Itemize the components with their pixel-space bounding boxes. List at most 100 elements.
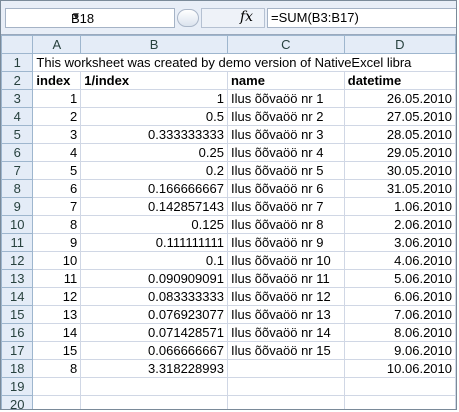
cell-b[interactable]: 1 xyxy=(80,89,228,108)
select-all-corner[interactable] xyxy=(1,35,34,54)
cell-c[interactable] xyxy=(226,359,345,378)
row-header[interactable]: 10 xyxy=(1,215,34,234)
cell-c[interactable]: Ilus õõvaöö nr 2 xyxy=(226,107,345,126)
cell-b[interactable]: 0.076923077 xyxy=(80,305,228,324)
cell-c[interactable]: Ilus õõvaöö nr 6 xyxy=(226,179,345,198)
row-header[interactable]: 6 xyxy=(1,143,34,162)
cell-a[interactable]: 6 xyxy=(32,179,82,198)
cell-c[interactable]: name xyxy=(226,71,345,90)
cell-c[interactable]: Ilus õõvaöö nr 5 xyxy=(226,161,345,180)
cell-a[interactable]: 2 xyxy=(32,107,82,126)
cell-a[interactable]: 1 xyxy=(32,89,82,108)
cell-d[interactable]: 3.06.2010 xyxy=(343,233,456,252)
cell-a[interactable]: 8 xyxy=(32,215,82,234)
row-header[interactable]: 15 xyxy=(1,305,34,324)
cell-a[interactable]: 11 xyxy=(32,269,82,288)
cell-b[interactable]: 0.071428571 xyxy=(80,323,228,342)
cell-b[interactable]: 0.2 xyxy=(80,161,228,180)
column-header[interactable]: C xyxy=(226,35,345,54)
cell-c[interactable]: Ilus õõvaöö nr 12 xyxy=(226,287,345,306)
cell-c[interactable]: Ilus õõvaöö nr 15 xyxy=(226,341,345,360)
row-header[interactable]: 1 xyxy=(1,53,34,72)
cell-d[interactable]: 28.05.2010 xyxy=(343,125,456,144)
resize-handle-icon[interactable] xyxy=(177,9,199,27)
cell-c[interactable]: Ilus õõvaöö nr 9 xyxy=(226,233,345,252)
row-header[interactable]: 16 xyxy=(1,323,34,342)
cell-d[interactable] xyxy=(343,395,456,409)
column-header[interactable]: D xyxy=(343,35,456,54)
insert-function-button[interactable]: fx xyxy=(201,8,265,28)
cell-d[interactable]: 5.06.2010 xyxy=(343,269,456,288)
cell-a[interactable]: 10 xyxy=(32,251,82,270)
cell-b[interactable]: 0.142857143 xyxy=(80,197,228,216)
cell-a[interactable]: 3 xyxy=(32,125,82,144)
cell-d[interactable]: 6.06.2010 xyxy=(343,287,456,306)
cell-c[interactable]: Ilus õõvaöö nr 7 xyxy=(226,197,345,216)
cell-c[interactable]: Ilus õõvaöö nr 13 xyxy=(226,305,345,324)
cell-b[interactable]: 0.1 xyxy=(80,251,228,270)
cell-c[interactable]: Ilus õõvaöö nr 11 xyxy=(226,269,345,288)
cell-a[interactable]: 14 xyxy=(32,323,82,342)
cell-a[interactable]: 7 xyxy=(32,197,82,216)
cell-b[interactable] xyxy=(80,377,228,396)
cell-b[interactable]: 0.090909091 xyxy=(80,269,228,288)
name-box[interactable]: B18 ▼ xyxy=(5,8,175,28)
cell-b[interactable]: 1/index xyxy=(80,71,228,90)
cell-d[interactable]: 9.06.2010 xyxy=(343,341,456,360)
cell-c[interactable]: Ilus õõvaöö nr 4 xyxy=(226,143,345,162)
cell-d[interactable]: 10.06.2010 xyxy=(343,359,456,378)
cell-b[interactable] xyxy=(80,395,228,409)
cell-d[interactable] xyxy=(343,377,456,396)
row-header[interactable]: 3 xyxy=(1,89,34,108)
row-header[interactable]: 20 xyxy=(1,395,34,409)
cell-a[interactable]: 13 xyxy=(32,305,82,324)
row-header[interactable]: 2 xyxy=(1,71,34,90)
cell-d[interactable]: 30.05.2010 xyxy=(343,161,456,180)
cell-d[interactable]: 4.06.2010 xyxy=(343,251,456,270)
cell-b[interactable]: 0.166666667 xyxy=(80,179,228,198)
row-header[interactable]: 18 xyxy=(1,359,34,378)
cell-b[interactable]: 0.25 xyxy=(80,143,228,162)
cell-b[interactable]: 0.111111111 xyxy=(80,233,228,252)
cell-a[interactable]: 4 xyxy=(32,143,82,162)
column-header[interactable]: A xyxy=(32,35,82,54)
cell-d[interactable]: 26.05.2010 xyxy=(343,89,456,108)
cell-c[interactable]: Ilus õõvaöö nr 1 xyxy=(226,89,345,108)
cell-b[interactable]: 0.125 xyxy=(80,215,228,234)
row-header[interactable]: 11 xyxy=(1,233,34,252)
cell-b[interactable]: 3.318228993 xyxy=(80,359,228,378)
cell-a[interactable]: index xyxy=(32,71,82,90)
cell-c[interactable]: Ilus õõvaöö nr 10 xyxy=(226,251,345,270)
cell-a[interactable]: 9 xyxy=(32,233,82,252)
cell-d[interactable]: 7.06.2010 xyxy=(343,305,456,324)
row-header[interactable]: 17 xyxy=(1,341,34,360)
cell-b[interactable]: 0.5 xyxy=(80,107,228,126)
column-header[interactable]: B xyxy=(80,35,228,54)
row-header[interactable]: 12 xyxy=(1,251,34,270)
cell-d[interactable]: 2.06.2010 xyxy=(343,215,456,234)
chevron-down-icon[interactable]: ▼ xyxy=(71,11,168,22)
cell-c[interactable] xyxy=(226,395,345,409)
cell-c[interactable]: Ilus õõvaöö nr 8 xyxy=(226,215,345,234)
cell-d[interactable]: datetime xyxy=(343,71,456,90)
cell-a[interactable] xyxy=(32,377,82,396)
row-header[interactable]: 19 xyxy=(1,377,34,396)
cell-a[interactable] xyxy=(32,395,82,409)
row-header[interactable]: 8 xyxy=(1,179,34,198)
cell-a[interactable]: 15 xyxy=(32,341,82,360)
cell-d[interactable]: 31.05.2010 xyxy=(343,179,456,198)
cell-a[interactable]: 12 xyxy=(32,287,82,306)
cell-a[interactable]: This worksheet was created by demo versi… xyxy=(32,53,456,72)
row-header[interactable]: 9 xyxy=(1,197,34,216)
cell-c[interactable] xyxy=(226,377,345,396)
row-header[interactable]: 7 xyxy=(1,161,34,180)
cell-a[interactable]: 8 xyxy=(32,359,82,378)
row-header[interactable]: 5 xyxy=(1,125,34,144)
cell-c[interactable]: Ilus õõvaöö nr 14 xyxy=(226,323,345,342)
row-header[interactable]: 14 xyxy=(1,287,34,306)
row-header[interactable]: 4 xyxy=(1,107,34,126)
cell-d[interactable]: 1.06.2010 xyxy=(343,197,456,216)
cell-d[interactable]: 8.06.2010 xyxy=(343,323,456,342)
cell-b[interactable]: 0.333333333 xyxy=(80,125,228,144)
cell-a[interactable]: 5 xyxy=(32,161,82,180)
